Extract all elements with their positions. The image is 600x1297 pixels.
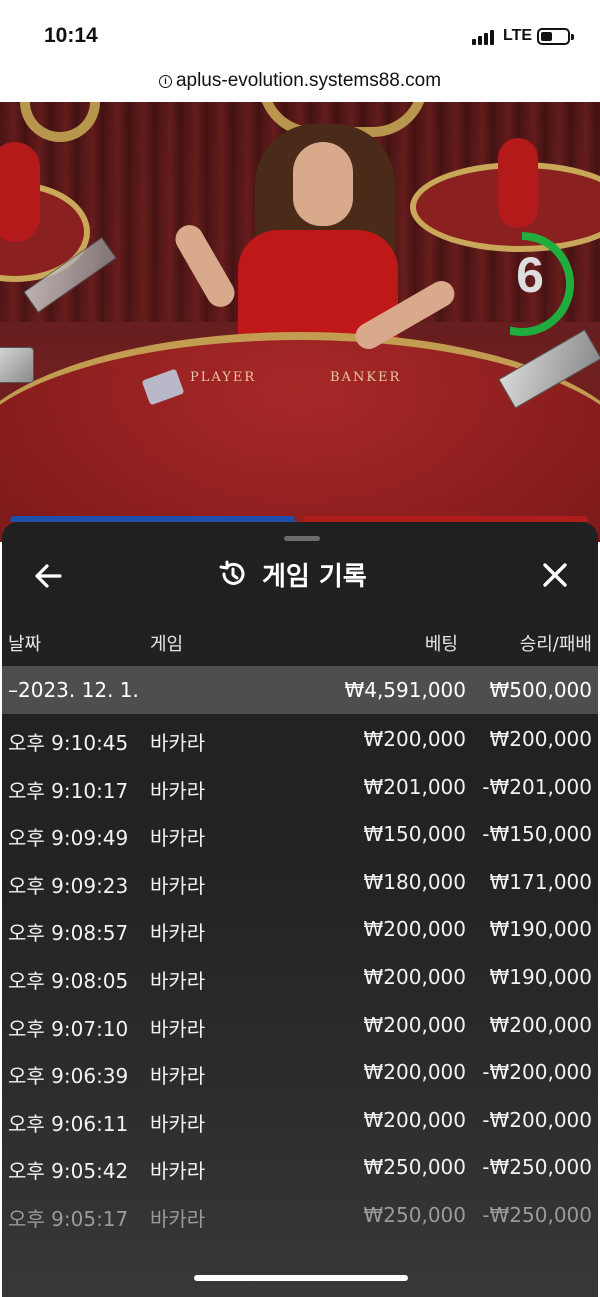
- row-bet: ₩250,000: [363, 1155, 466, 1180]
- row-result: -₩201,000: [482, 774, 592, 799]
- column-header-bet: 베팅: [424, 634, 458, 655]
- table-row[interactable]: 오후 9:06:11 바카라 ₩200,000 -₩200,000: [2, 1099, 598, 1147]
- row-result: -₩200,000: [482, 1107, 592, 1132]
- network-type: LTE: [503, 27, 533, 44]
- url-text: aplus-evolution.systems88.com: [175, 70, 442, 91]
- row-time: 오후 9:09:23: [8, 873, 129, 898]
- row-result: -₩250,000: [482, 1155, 592, 1180]
- card-shoe: [0, 347, 34, 383]
- home-indicator[interactable]: [194, 1275, 408, 1281]
- dealer-face: [293, 142, 353, 226]
- row-result: ₩171,000: [489, 869, 592, 894]
- status-bar: 10:14 LTE: [0, 0, 600, 66]
- sheet-header: 게임 기록: [218, 556, 367, 592]
- row-time: 오후 9:05:42: [8, 1159, 129, 1184]
- table-row[interactable]: 오후 9:10:17 바카라 ₩201,000 -₩201,000: [2, 766, 598, 814]
- row-bet: ₩200,000: [363, 917, 466, 942]
- table-row[interactable]: 오후 9:08:57 바카라 ₩200,000 ₩190,000: [2, 908, 598, 956]
- player-label: PLAYER: [190, 370, 257, 385]
- column-header-game: 게임: [150, 634, 184, 655]
- back-button[interactable]: [32, 560, 66, 592]
- battery-icon: [537, 28, 574, 45]
- table-row[interactable]: 오후 9:09:23 바카라 ₩180,000 ₩171,000: [2, 861, 598, 909]
- row-bet: ₩201,000: [363, 774, 466, 799]
- banker-label: BANKER: [330, 370, 402, 385]
- row-result: -₩150,000: [482, 822, 592, 847]
- close-button[interactable]: [538, 558, 572, 592]
- history-icon: [219, 560, 245, 585]
- sheet-drag-handle[interactable]: [284, 536, 320, 541]
- row-bet: ₩200,000: [363, 1060, 466, 1085]
- close-x-icon: [543, 563, 567, 587]
- row-bet: ₩180,000: [363, 869, 466, 894]
- background-dealer: [498, 138, 538, 228]
- game-history-sheet: 게임 기록 날짜 게임 베팅 승리/패배 –2023. 12. 1. ₩4,59…: [2, 522, 598, 1297]
- cellular-signal-icon: [472, 29, 498, 45]
- row-game: 바카라: [150, 731, 206, 755]
- info-icon[interactable]: i: [158, 75, 172, 88]
- row-game: 바카라: [150, 921, 206, 946]
- row-result: ₩190,000: [489, 917, 592, 942]
- column-header-date: 날짜: [8, 634, 42, 655]
- row-game: 바카라: [150, 826, 206, 851]
- live-dealer-video: PLAYER BANKER 6: [0, 102, 600, 542]
- row-time: 오후 9:07:10: [8, 1016, 129, 1041]
- table-row[interactable]: 오후 9:05:42 바카라 ₩250,000 -₩250,000: [2, 1146, 598, 1194]
- baccarat-table: [0, 332, 600, 542]
- row-game: 바카라: [150, 778, 206, 803]
- row-time: 오후 9:09:49: [8, 826, 129, 851]
- row-game: 바카라: [150, 1206, 206, 1231]
- row-time: 오후 9:10:17: [8, 778, 129, 803]
- table-row[interactable]: 오후 9:05:17 바카라 ₩250,000 -₩250,000: [2, 1194, 598, 1242]
- row-bet: ₩200,000: [363, 727, 466, 751]
- row-time: 오후 9:08:05: [8, 968, 129, 993]
- row-time: 오후 9:10:45: [8, 731, 129, 755]
- row-result: -₩250,000: [482, 1202, 592, 1227]
- row-bet: ₩200,000: [363, 1107, 466, 1132]
- row-bet: ₩150,000: [363, 822, 466, 847]
- group-date: –2023. 12. 1.: [8, 678, 139, 702]
- row-time: 오후 9:06:11: [8, 1111, 129, 1136]
- row-result: ₩200,000: [489, 1012, 592, 1037]
- date-group-row[interactable]: –2023. 12. 1. ₩4,591,000 ₩500,000: [2, 666, 598, 714]
- background-dealer: [0, 142, 40, 242]
- url-display[interactable]: i aplus-evolution.systems88.com: [0, 70, 600, 92]
- row-bet: ₩250,000: [363, 1202, 466, 1227]
- row-game: 바카라: [150, 873, 206, 898]
- browser-url-bar[interactable]: i aplus-evolution.systems88.com: [0, 66, 600, 102]
- row-result: -₩200,000: [482, 1060, 592, 1085]
- table-row[interactable]: 오후 9:06:39 바카라 ₩200,000 -₩200,000: [2, 1051, 598, 1099]
- table-row[interactable]: 오후 9:08:05 바카라 ₩200,000 ₩190,000: [2, 956, 598, 1004]
- row-time: 오후 9:08:57: [8, 921, 129, 946]
- row-game: 바카라: [150, 1111, 206, 1136]
- row-time: 오후 9:06:39: [8, 1064, 129, 1089]
- row-game: 바카라: [150, 1159, 206, 1184]
- betting-countdown-timer: 6: [491, 230, 576, 338]
- page-title: 게임 기록: [262, 561, 367, 592]
- row-time: 오후 9:05:17: [8, 1206, 129, 1231]
- row-result: ₩200,000: [489, 727, 592, 751]
- arrow-left-icon: [35, 564, 62, 588]
- row-result: ₩190,000: [489, 964, 592, 989]
- group-total-bet: ₩4,591,000: [344, 678, 466, 702]
- row-bet: ₩200,000: [363, 964, 466, 989]
- row-bet: ₩200,000: [363, 1012, 466, 1037]
- table-row[interactable]: 오후 9:10:45 바카라 ₩200,000 ₩200,000: [2, 718, 598, 766]
- clock: 10:14: [44, 24, 98, 47]
- table-row[interactable]: 오후 9:07:10 바카라 ₩200,000 ₩200,000: [2, 1004, 598, 1052]
- column-header-result: 승리/패배: [519, 634, 592, 655]
- row-game: 바카라: [150, 968, 206, 993]
- countdown-number: 6: [516, 247, 544, 303]
- history-list: 오후 9:10:45 바카라 ₩200,000 ₩200,000 오후 9:10:17 바…: [2, 718, 598, 1242]
- table-row[interactable]: 오후 9:09:49 바카라 ₩150,000 -₩150,000: [2, 813, 598, 861]
- row-game: 바카라: [150, 1064, 206, 1089]
- group-total-result: ₩500,000: [489, 678, 592, 702]
- row-game: 바카라: [150, 1016, 206, 1041]
